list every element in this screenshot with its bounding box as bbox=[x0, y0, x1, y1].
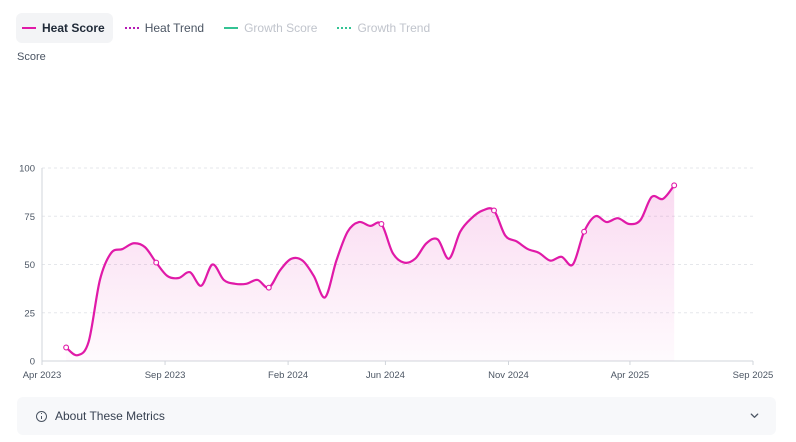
x-tick-label: Apr 2023 bbox=[23, 370, 62, 381]
x-tick-label: Jun 2024 bbox=[366, 370, 405, 381]
heat-score-point bbox=[63, 344, 70, 351]
series-layer bbox=[63, 182, 678, 361]
heat-score-point bbox=[491, 207, 497, 214]
x-tick-label: Feb 2024 bbox=[268, 370, 308, 381]
info-icon bbox=[36, 410, 47, 422]
x-tick-label: Sep 2025 bbox=[733, 370, 774, 381]
heat-score-point bbox=[671, 182, 678, 189]
about-metrics-label: About These Metrics bbox=[55, 409, 165, 423]
x-tick-label: Apr 2025 bbox=[611, 370, 650, 381]
y-tick-label: 0 bbox=[30, 357, 35, 368]
heat-score-point bbox=[378, 221, 385, 227]
y-tick-label: 75 bbox=[24, 212, 35, 223]
heat-score-chart: 0 25 50 75 100 Apr 2023 Sep 2023 Feb 2024 Jun 20… bbox=[19, 164, 774, 382]
y-tick-label: 100 bbox=[19, 164, 35, 175]
heat-score-point bbox=[153, 259, 160, 266]
y-tick-label: 25 bbox=[24, 308, 35, 319]
x-tick-label: Sep 2023 bbox=[145, 370, 186, 381]
heat-score-point bbox=[581, 228, 588, 235]
heat-score-point bbox=[265, 284, 272, 291]
heat-score-area bbox=[66, 185, 675, 361]
about-metrics-toggle[interactable]: About These Metrics bbox=[17, 397, 776, 435]
x-tick-label: Nov 2024 bbox=[488, 370, 529, 381]
chevron-down-icon bbox=[750, 413, 759, 418]
y-tick-label: 50 bbox=[24, 260, 35, 271]
